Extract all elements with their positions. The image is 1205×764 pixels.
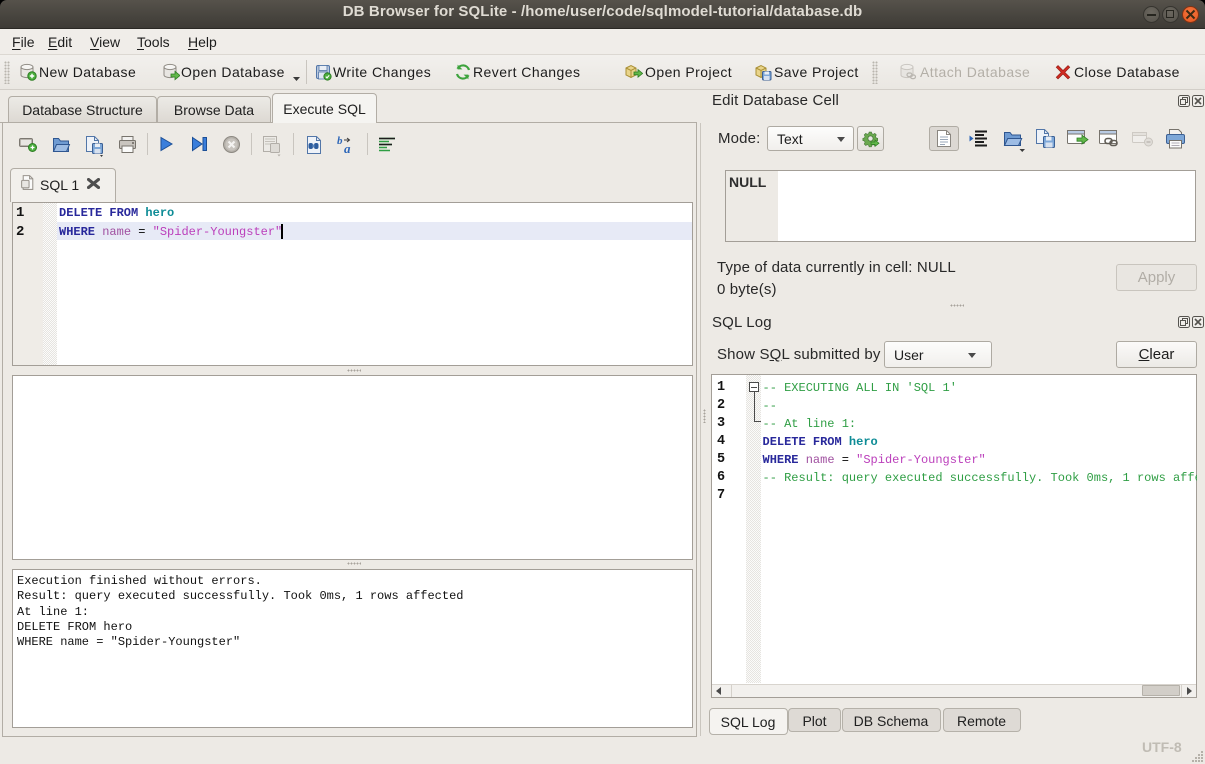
svg-text:b: b	[337, 135, 343, 147]
svg-text:a: a	[344, 141, 351, 156]
